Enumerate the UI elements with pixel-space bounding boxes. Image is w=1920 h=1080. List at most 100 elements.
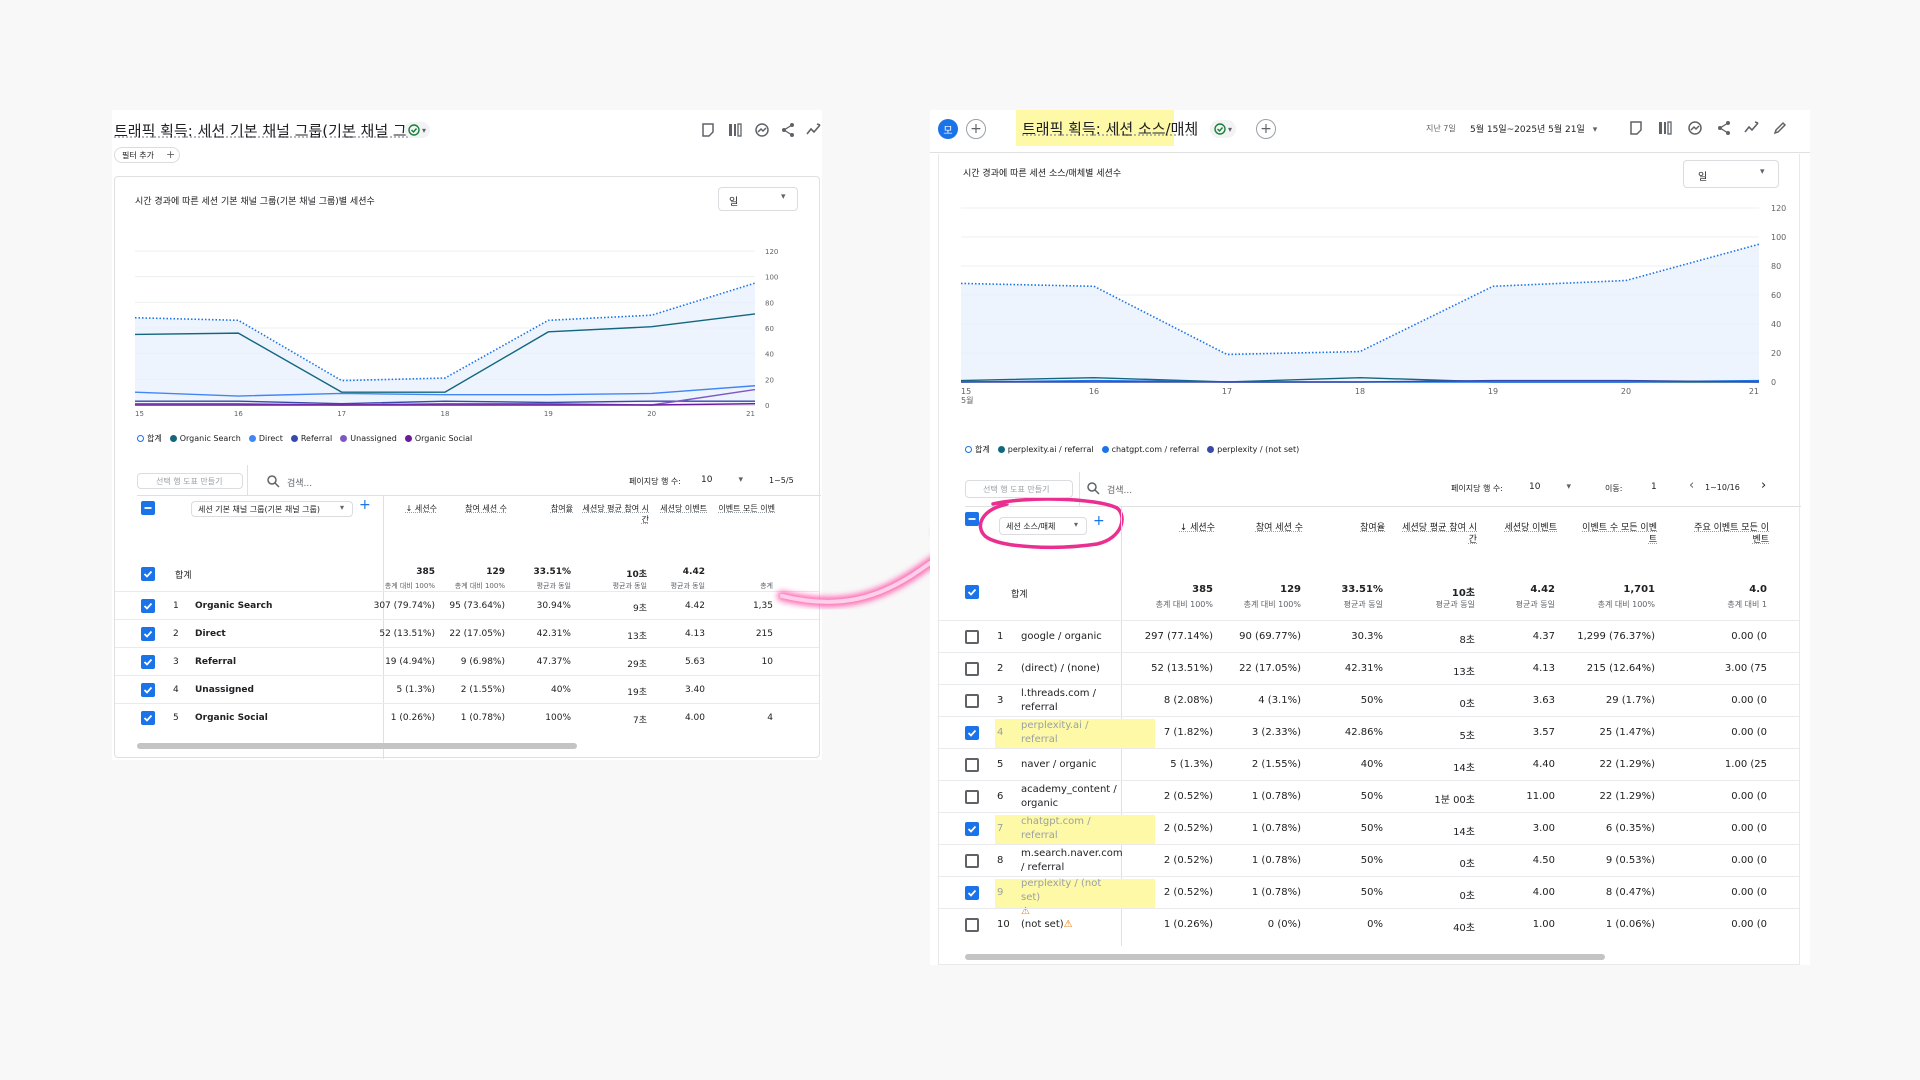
create-chart-button[interactable]: 선택 행 도표 만들기	[137, 473, 243, 489]
share-icon[interactable]	[1716, 120, 1732, 136]
column-header[interactable]: 참여율	[1305, 522, 1385, 534]
row-dimension-value[interactable]: l.threads.com / referral	[1021, 685, 1121, 717]
column-header[interactable]: 참여 세션 수	[1223, 522, 1303, 534]
table-row[interactable]: 2 (direct) / (none) 52 (13.51%) 22 (17.05%)…	[939, 652, 1799, 684]
prev-page-button[interactable]: ‹	[1689, 478, 1694, 493]
column-header[interactable]: ↓ 세션수	[367, 503, 437, 514]
search-input[interactable]: 검색...	[1107, 483, 1132, 496]
row-dimension-value[interactable]: perplexity.ai / referral	[1021, 717, 1121, 749]
granularity-select[interactable]: 일 ▾	[1683, 160, 1779, 188]
row-dimension-value[interactable]: Unassigned	[195, 676, 375, 704]
legend-item[interactable]: Organic Social	[404, 434, 472, 443]
table-row[interactable]: 7 chatgpt.com / referral 2 (0.52%) 1 (0.78%…	[939, 812, 1799, 844]
compare-icon[interactable]	[1657, 120, 1673, 136]
table-row[interactable]: 1 google / organic 297 (77.14%) 90 (69.77%)…	[939, 620, 1799, 652]
rows-per-page-select[interactable]: 10 ▾	[701, 475, 743, 485]
table-row[interactable]: 5 Organic Social 1 (0.26%) 1 (0.78%) 100% 7초 4…	[115, 703, 819, 731]
next-page-button[interactable]: ›	[1761, 478, 1766, 493]
row-dimension-value[interactable]: naver / organic	[1021, 749, 1121, 781]
trend-icon[interactable]	[1744, 120, 1760, 136]
row-checkbox[interactable]	[965, 694, 979, 708]
legend-item[interactable]: 합계	[137, 434, 162, 443]
row-dimension-value[interactable]: m.search.naver.com / referral	[1021, 845, 1123, 877]
row-checkbox[interactable]	[141, 655, 155, 669]
table-row[interactable]: 4 perplexity.ai / referral 7 (1.82%) 3 (2.3…	[939, 716, 1799, 748]
insights-icon[interactable]	[1687, 120, 1703, 136]
trend-icon[interactable]	[806, 122, 822, 138]
rows-per-page-select[interactable]: 10 ▾	[1529, 482, 1571, 492]
column-header[interactable]: 이벤트 수 모든 이벤트	[1577, 522, 1657, 546]
row-dimension-value[interactable]: Organic Social	[195, 704, 375, 732]
column-header[interactable]: 세션당 이벤트	[1477, 522, 1557, 534]
row-checkbox[interactable]	[141, 683, 155, 697]
table-row[interactable]: 5 naver / organic 5 (1.3%) 2 (1.55%) 40% 14초 4…	[939, 748, 1799, 780]
sheet-icon[interactable]	[700, 122, 716, 138]
row-dimension-value[interactable]: chatgpt.com / referral	[1021, 813, 1121, 845]
table-row[interactable]: 3 Referral 19 (4.94%) 9 (6.98%) 47.37% 29초 5.6…	[115, 647, 819, 675]
create-chart-button[interactable]: 선택 행 도표 만들기	[965, 480, 1073, 498]
legend-item[interactable]: 합계	[965, 445, 990, 454]
table-row[interactable]: 10 (not set) ⚠ 1 (0.26%) 0 (0%) 0% 40초 1.00 1 (…	[939, 908, 1799, 940]
dimension-select[interactable]: 세션 기본 채널 그룹(기본 채널 그룹) ▾	[191, 501, 353, 517]
column-header[interactable]: 세션당 이벤트	[637, 503, 707, 514]
legend-item[interactable]: Direct	[248, 434, 283, 443]
row-checkbox[interactable]	[965, 726, 979, 740]
legend-item[interactable]: Organic Search	[169, 434, 241, 443]
row-checkbox[interactable]	[965, 662, 979, 676]
check-circle-icon[interactable]: ▾	[1210, 120, 1236, 138]
column-header[interactable]: 주요 이벤트 모든 이벤트	[1689, 522, 1769, 546]
row-dimension-value[interactable]: Direct	[195, 620, 375, 648]
row-dimension-value[interactable]: google / organic	[1021, 621, 1121, 653]
column-header[interactable]: ↓ 세션수	[1135, 522, 1215, 534]
granularity-select[interactable]: 일 ▾	[718, 187, 798, 211]
row-dimension-value[interactable]: Organic Search	[195, 592, 375, 620]
legend-item[interactable]: perplexity / (not set)	[1207, 445, 1299, 454]
search-input[interactable]: 검색...	[287, 476, 312, 489]
sheet-icon[interactable]	[1628, 120, 1644, 136]
table-row[interactable]: 1 Organic Search 307 (79.74%) 95 (73.64%) 30…	[115, 591, 819, 619]
edit-icon[interactable]	[1772, 120, 1788, 136]
warning-icon[interactable]: ⚠	[1064, 918, 1073, 932]
column-header[interactable]: 참여 세션 수	[437, 503, 507, 514]
totals-checkbox[interactable]	[141, 567, 155, 581]
row-dimension-value[interactable]: academy_content / organic	[1021, 781, 1121, 813]
legend-item[interactable]: perplexity.ai / referral	[997, 445, 1094, 454]
row-checkbox[interactable]	[141, 599, 155, 613]
add-filter-button[interactable]: 필터 추가 +	[114, 147, 180, 163]
table-row[interactable]: 2 Direct 52 (13.51%) 22 (17.05%) 42.31% 13초 4.…	[115, 619, 819, 647]
row-checkbox[interactable]	[965, 918, 979, 932]
column-header[interactable]: 참여율	[503, 503, 573, 514]
legend-item[interactable]: Referral	[290, 434, 332, 443]
row-dimension-value[interactable]: (direct) / (none)	[1021, 653, 1121, 685]
totals-checkbox[interactable]	[965, 585, 979, 599]
row-checkbox[interactable]	[965, 630, 979, 644]
table-row[interactable]: 3 l.threads.com / referral 8 (2.08%) 4 (3.1…	[939, 684, 1799, 716]
row-checkbox[interactable]	[965, 758, 979, 772]
insights-icon[interactable]	[754, 122, 770, 138]
row-checkbox[interactable]	[965, 790, 979, 804]
avatar[interactable]: 모	[938, 119, 958, 139]
share-icon[interactable]	[780, 122, 796, 138]
table-row[interactable]: 6 academy_content / organic 2 (0.52%) 1 (0.…	[939, 780, 1799, 812]
legend-item[interactable]: chatgpt.com / referral	[1101, 445, 1199, 454]
horizontal-scrollbar[interactable]	[137, 743, 577, 749]
table-row[interactable]: 8 m.search.naver.com / referral 2 (0.52%) 1…	[939, 844, 1799, 876]
row-dimension-value[interactable]: perplexity / (not set) ⚠	[1021, 877, 1121, 917]
row-checkbox[interactable]	[141, 627, 155, 641]
add-report-button[interactable]: +	[1256, 119, 1276, 139]
row-dimension-value[interactable]: Referral	[195, 648, 375, 676]
table-row[interactable]: 9 perplexity / (not set) ⚠ 2 (0.52%) 1 (0.7…	[939, 876, 1799, 917]
horizontal-scrollbar[interactable]	[965, 954, 1605, 960]
row-dimension-value[interactable]: (not set) ⚠	[1021, 909, 1121, 941]
add-comparison-button[interactable]: +	[966, 119, 986, 139]
compare-icon[interactable]	[727, 122, 743, 138]
row-checkbox[interactable]	[965, 886, 979, 900]
row-checkbox[interactable]	[965, 854, 979, 868]
date-range-picker[interactable]: 5월 15일~2025년 5월 21일 ▾	[1470, 122, 1597, 135]
select-all-checkbox[interactable]	[141, 501, 155, 515]
check-circle-icon[interactable]: ▾	[404, 122, 430, 138]
column-header[interactable]: 이벤트 모든 이벤	[705, 503, 775, 514]
column-header[interactable]: 세션당 평균 참여 시간	[1397, 522, 1477, 546]
legend-item[interactable]: Unassigned	[340, 434, 397, 443]
table-row[interactable]: 4 Unassigned 5 (1.3%) 2 (1.55%) 40% 19초 3.40	[115, 675, 819, 703]
